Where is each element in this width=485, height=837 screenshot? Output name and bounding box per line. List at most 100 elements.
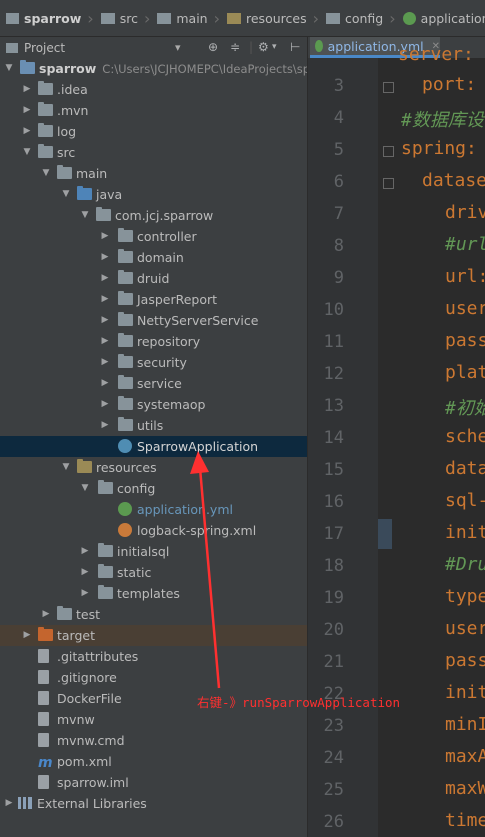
expanded-chevron-icon[interactable]: ▼ — [80, 478, 90, 499]
folder-icon — [38, 144, 53, 158]
folder-icon — [38, 123, 53, 137]
tree-item-utils[interactable]: ▶ utils — [0, 415, 307, 436]
collapsed-chevron-icon[interactable]: ▶ — [100, 289, 110, 310]
expanded-chevron-icon[interactable]: ▼ — [22, 142, 32, 163]
tree-item-application-yml[interactable]: application.yml — [0, 499, 307, 520]
collapsed-chevron-icon[interactable]: ▶ — [100, 415, 110, 436]
chevron-down-icon[interactable]: ▾ — [175, 41, 181, 54]
line-number: 11 — [323, 332, 344, 352]
collapsed-chevron-icon[interactable]: ▶ — [100, 226, 110, 247]
breadcrumb-item[interactable]: sparrow — [0, 11, 86, 26]
tree-item-static[interactable]: ▶ static — [0, 562, 307, 583]
breadcrumb-item[interactable]: resources — [221, 11, 312, 26]
tree-item-gitattributes[interactable]: .gitattributes — [0, 646, 307, 667]
collapsed-chevron-icon[interactable]: ▶ — [100, 394, 110, 415]
spring-boot-class-icon — [118, 439, 132, 453]
package-icon — [118, 291, 133, 305]
tree-item-mvnw-cmd[interactable]: mvnw.cmd — [0, 730, 307, 751]
project-tree[interactable]: ▼ sparrow C:\Users\JCJHOMEPC\IdeaProjects\… — [0, 58, 307, 837]
collapsed-chevron-icon[interactable]: ▶ — [80, 541, 90, 562]
tree-item-logback-spring-xml[interactable]: logback-spring.xml — [0, 520, 307, 541]
fold-marker-icon[interactable] — [383, 146, 394, 157]
tree-item-domain[interactable]: ▶ domain — [0, 247, 307, 268]
line-number: 6 — [333, 172, 344, 192]
tree-item-sparrowapplication[interactable]: SparrowApplication — [0, 436, 307, 457]
tree-item-nettyserverservice[interactable]: ▶ NettyServerService — [0, 310, 307, 331]
tree-item-repository[interactable]: ▶ repository — [0, 331, 307, 352]
collapsed-chevron-icon[interactable]: ▶ — [41, 604, 51, 625]
tree-item-resources[interactable]: ▼ resources — [0, 457, 307, 478]
tree-item-test[interactable]: ▶ test — [0, 604, 307, 625]
expanded-chevron-icon[interactable]: ▼ — [4, 58, 14, 79]
collapsed-chevron-icon[interactable]: ▶ — [22, 121, 32, 142]
crosshair-icon[interactable]: ⊕ — [208, 40, 218, 54]
collapsed-chevron-icon[interactable]: ▶ — [100, 373, 110, 394]
tree-item-service[interactable]: ▶ service — [0, 373, 307, 394]
breadcrumb-label: application.yml — [420, 10, 485, 26]
collapsed-chevron-icon[interactable]: ▶ — [100, 268, 110, 289]
tree-item-com-jcj-sparrow[interactable]: ▼ com.jcj.sparrow — [0, 205, 307, 226]
chevron-down-icon[interactable]: ▾ — [272, 42, 277, 52]
tree-item-templates[interactable]: ▶ templates — [0, 583, 307, 604]
tree-item-druid[interactable]: ▶ druid — [0, 268, 307, 289]
item-name: sparrow.iml — [57, 775, 129, 790]
fold-marker-icon[interactable] — [383, 178, 394, 189]
tree-item-sparrow[interactable]: ▼ sparrow C:\Users\JCJHOMEPC\IdeaProjects\… — [0, 58, 307, 79]
tree-item-gitignore[interactable]: .gitignore — [0, 667, 307, 688]
tree-item-jasperreport[interactable]: ▶ JasperReport — [0, 289, 307, 310]
tree-item-pom-xml[interactable]: m pom.xml — [0, 751, 307, 772]
tree-item-idea[interactable]: ▶ .idea — [0, 79, 307, 100]
tree-item-target[interactable]: ▶ target — [0, 625, 307, 646]
expanded-chevron-icon[interactable]: ▼ — [80, 205, 90, 226]
breadcrumb-item[interactable]: src — [95, 11, 143, 26]
collapsed-chevron-icon[interactable]: ▶ — [100, 247, 110, 268]
folder-icon — [57, 606, 72, 620]
line-number: 25 — [323, 780, 344, 800]
tree-item-mvn[interactable]: ▶ .mvn — [0, 100, 307, 121]
tree-item-log[interactable]: ▶ log — [0, 121, 307, 142]
tree-item-external-libraries[interactable]: ▶ External Libraries — [0, 793, 307, 814]
tree-item-controller[interactable]: ▶ controller — [0, 226, 307, 247]
tree-item-mvnw[interactable]: mvnw — [0, 709, 307, 730]
breadcrumb-item[interactable]: application.yml — [397, 11, 485, 26]
tree-item-systemaop[interactable]: ▶ systemaop — [0, 394, 307, 415]
tree-item-config[interactable]: ▼ config — [0, 478, 307, 499]
tree-item-label: static — [117, 562, 151, 583]
tree-item-initialsql[interactable]: ▶ initialsql — [0, 541, 307, 562]
collapsed-chevron-icon[interactable]: ▶ — [22, 100, 32, 121]
code-line: plat — [445, 362, 485, 383]
tree-item-src[interactable]: ▼ src — [0, 142, 307, 163]
package-icon — [118, 228, 133, 242]
breadcrumb-separator: › — [312, 8, 319, 28]
gear-icon[interactable]: ⚙ — [258, 40, 269, 54]
collapsed-chevron-icon[interactable]: ▶ — [80, 562, 90, 583]
hide-panel-icon[interactable]: ⊢ — [290, 40, 300, 54]
tree-item-sparrow-iml[interactable]: sparrow.iml — [0, 772, 307, 793]
expanded-chevron-icon[interactable]: ▼ — [41, 163, 51, 184]
line-number: 5 — [333, 140, 344, 160]
expanded-chevron-icon[interactable]: ▼ — [61, 457, 71, 478]
tree-item-main[interactable]: ▼ main — [0, 163, 307, 184]
tree-item-java[interactable]: ▼ java — [0, 184, 307, 205]
collapse-all-icon[interactable]: ≑ — [230, 40, 240, 54]
line-number: 9 — [333, 268, 344, 288]
line-number: 18 — [323, 556, 344, 576]
collapsed-chevron-icon[interactable]: ▶ — [100, 331, 110, 352]
collapsed-chevron-icon[interactable]: ▶ — [4, 793, 14, 814]
fold-marker-icon[interactable] — [383, 82, 394, 93]
collapsed-chevron-icon[interactable]: ▶ — [80, 583, 90, 604]
expanded-chevron-icon[interactable]: ▼ — [61, 184, 71, 205]
tree-item-label: initialsql — [117, 541, 169, 562]
collapsed-chevron-icon[interactable]: ▶ — [100, 310, 110, 331]
breadcrumb-item[interactable]: config — [320, 11, 388, 26]
breadcrumb-item[interactable]: main — [151, 11, 212, 26]
code-line: #url — [445, 234, 485, 255]
tree-item-label: resources — [96, 457, 157, 478]
maven-icon: m — [38, 755, 53, 771]
collapsed-chevron-icon[interactable]: ▶ — [22, 625, 32, 646]
collapsed-chevron-icon[interactable]: ▶ — [22, 79, 32, 100]
project-view-title[interactable]: Project — [24, 41, 65, 55]
collapsed-chevron-icon[interactable]: ▶ — [100, 352, 110, 373]
tree-item-security[interactable]: ▶ security — [0, 352, 307, 373]
tree-item-label: controller — [137, 226, 197, 247]
